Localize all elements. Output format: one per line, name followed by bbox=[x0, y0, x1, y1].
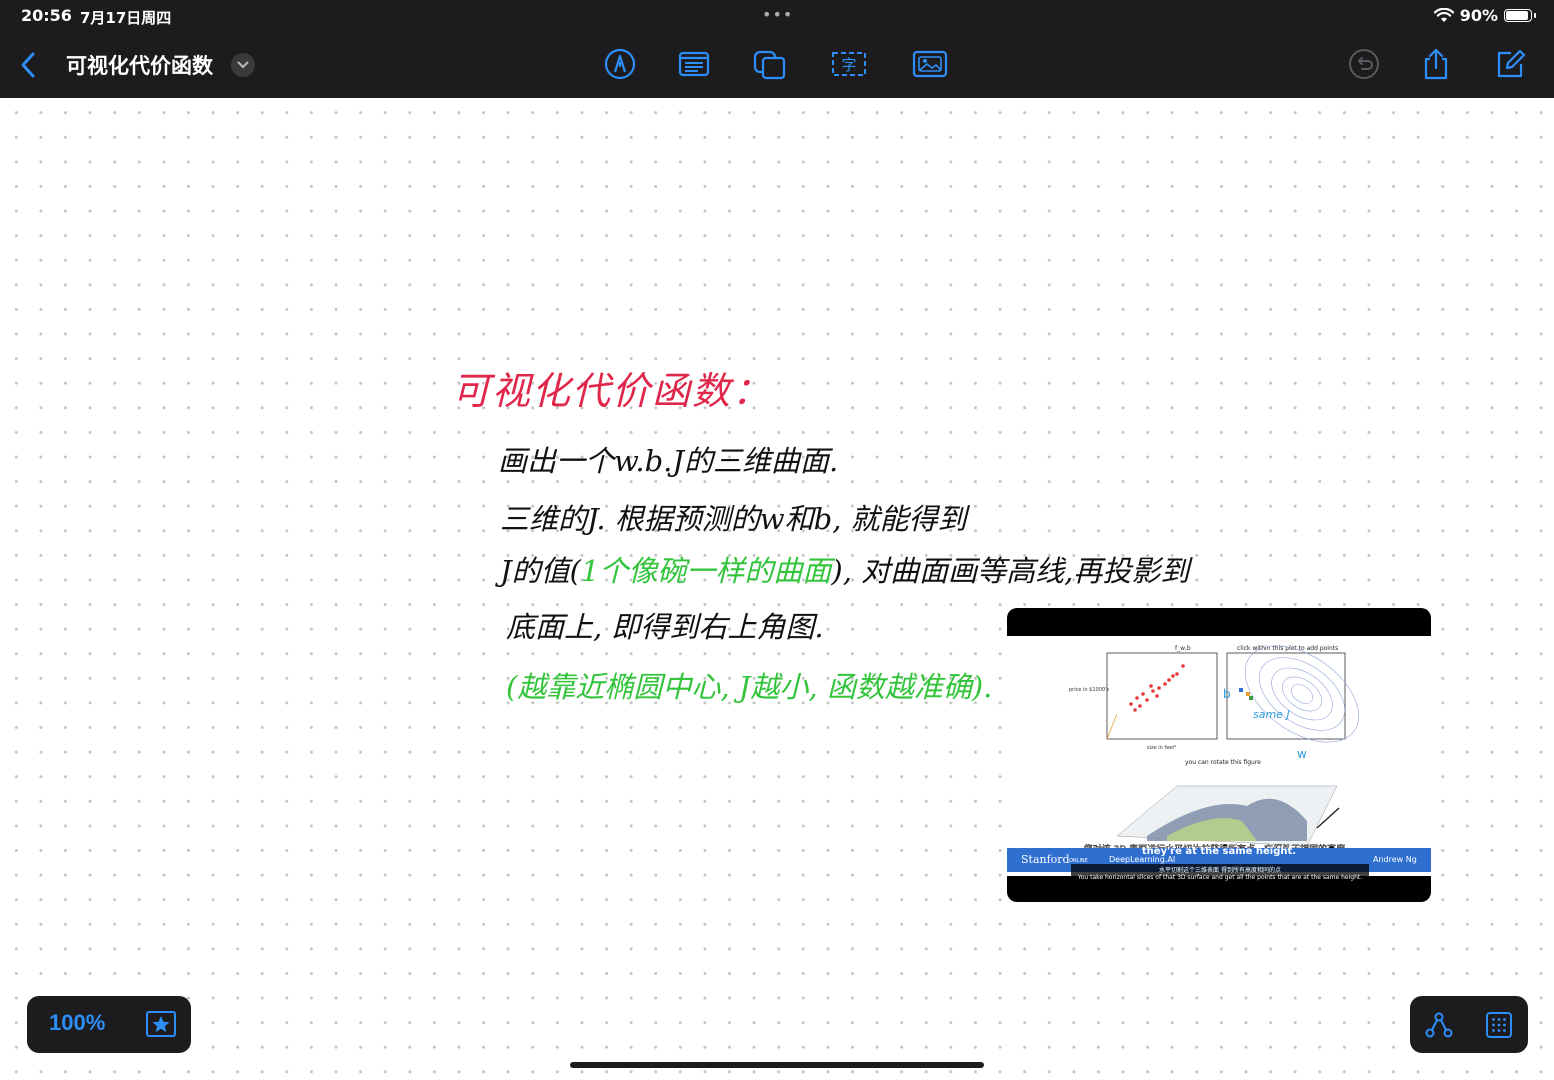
note-line-2: 三维的J. 根据预测的w和b, 就能得到 bbox=[500, 502, 967, 536]
note-line-5: (越靠近椭圆中心, J越小, 函数越准确). bbox=[506, 670, 993, 704]
multitasking-dots[interactable]: ••• bbox=[762, 5, 793, 24]
text-note-button[interactable] bbox=[676, 46, 712, 82]
home-indicator[interactable] bbox=[570, 1062, 984, 1068]
text-box-icon: 字 bbox=[832, 52, 866, 76]
status-time: 20:56 bbox=[21, 6, 72, 25]
share-icon bbox=[1424, 48, 1448, 80]
caption-cn: 水平切割这个三维表面 得到所有高度相同的点 bbox=[1159, 867, 1281, 874]
battery-icon bbox=[1504, 9, 1536, 22]
pen-tool-icon bbox=[604, 48, 636, 80]
new-note-button[interactable] bbox=[1492, 46, 1528, 82]
note-line-3: J的值(1个像碗一样的曲面), 对曲面画等高线,再投影到 bbox=[500, 548, 1189, 590]
video-frame: f_w,b price in $1000's size in feet² cli… bbox=[1007, 636, 1431, 876]
compose-icon bbox=[1497, 49, 1526, 78]
chevron-left-icon bbox=[21, 52, 35, 78]
undo-icon bbox=[1349, 49, 1379, 79]
back-button[interactable] bbox=[14, 48, 42, 82]
embedded-video-image[interactable]: f_w,b price in $1000's size in feet² cli… bbox=[1007, 608, 1431, 902]
svg-text:字: 字 bbox=[841, 56, 856, 74]
zoom-control[interactable]: 100% bbox=[27, 996, 191, 1053]
shapes-icon bbox=[753, 50, 786, 80]
wifi-icon bbox=[1433, 8, 1454, 22]
text-note-icon bbox=[678, 51, 710, 77]
share-button[interactable] bbox=[1418, 46, 1454, 82]
note-heading: 可视化代价函数： bbox=[452, 369, 773, 413]
canvas-options bbox=[1410, 996, 1528, 1053]
title-menu-button[interactable] bbox=[231, 53, 255, 77]
battery-level bbox=[1506, 11, 1528, 20]
annotation-w: w bbox=[1297, 747, 1307, 761]
plot-left-xlabel: size in feet² bbox=[1147, 745, 1176, 751]
image-insert-button[interactable] bbox=[912, 46, 950, 82]
chevron-down-icon bbox=[237, 61, 249, 69]
pen-tool-button[interactable] bbox=[602, 46, 638, 82]
favorite-button[interactable] bbox=[145, 1009, 177, 1039]
caption-box: 水平切割这个三维表面 得到所有高度相同的点 You take horizonta… bbox=[1071, 864, 1369, 882]
note-line-3-green: 1个像碗一样的曲面 bbox=[580, 554, 832, 588]
note-line-4: 底面上, 即得到右上角图. bbox=[506, 610, 824, 644]
rotate-hint: you can rotate this figure bbox=[1185, 759, 1261, 766]
connect-nodes-icon bbox=[1425, 1012, 1453, 1038]
grid-button[interactable] bbox=[1484, 1010, 1514, 1040]
plot-right-axes bbox=[1226, 652, 1346, 740]
note-line-3-part-b: ), 对曲面画等高线,再投影到 bbox=[831, 554, 1190, 588]
status-date: 7月17日周四 bbox=[80, 9, 172, 27]
top-toolbar: 20:56 7月17日周四 ••• 90% 可视化代价函数 字 bbox=[0, 0, 1554, 98]
text-box-button[interactable]: 字 bbox=[831, 46, 867, 82]
battery-percent: 90% bbox=[1459, 6, 1498, 25]
annotation-b: b bbox=[1223, 687, 1231, 701]
annotation-same-j: same J bbox=[1253, 708, 1290, 721]
lecture-plots: f_w,b price in $1000's size in feet² cli… bbox=[1069, 645, 1360, 855]
plot-left-title: f_w,b bbox=[1175, 645, 1191, 652]
plot-left-ylabel: price in $1000's bbox=[1069, 687, 1109, 693]
grid-icon bbox=[1486, 1012, 1512, 1038]
plot-right-title: click within this plot to add points bbox=[1237, 645, 1338, 652]
subtitle-en: they're at the same height. bbox=[1141, 846, 1297, 857]
document-title[interactable]: 可视化代价函数 bbox=[66, 50, 213, 80]
plot-left-axes bbox=[1106, 652, 1218, 740]
undo-button[interactable] bbox=[1346, 46, 1382, 82]
star-icon bbox=[146, 1011, 176, 1037]
note-line-3-part-a: J的值( bbox=[500, 554, 581, 588]
connect-button[interactable] bbox=[1424, 1010, 1454, 1040]
caption-en: You take horizontal slices of that 3D su… bbox=[1077, 874, 1363, 881]
shapes-button[interactable] bbox=[752, 46, 788, 82]
image-insert-icon bbox=[912, 50, 948, 78]
zoom-level[interactable]: 100% bbox=[49, 1010, 105, 1036]
note-line-1: 画出一个w.b.J的三维曲面. bbox=[498, 444, 839, 478]
status-indicators: 90% bbox=[1433, 6, 1536, 25]
